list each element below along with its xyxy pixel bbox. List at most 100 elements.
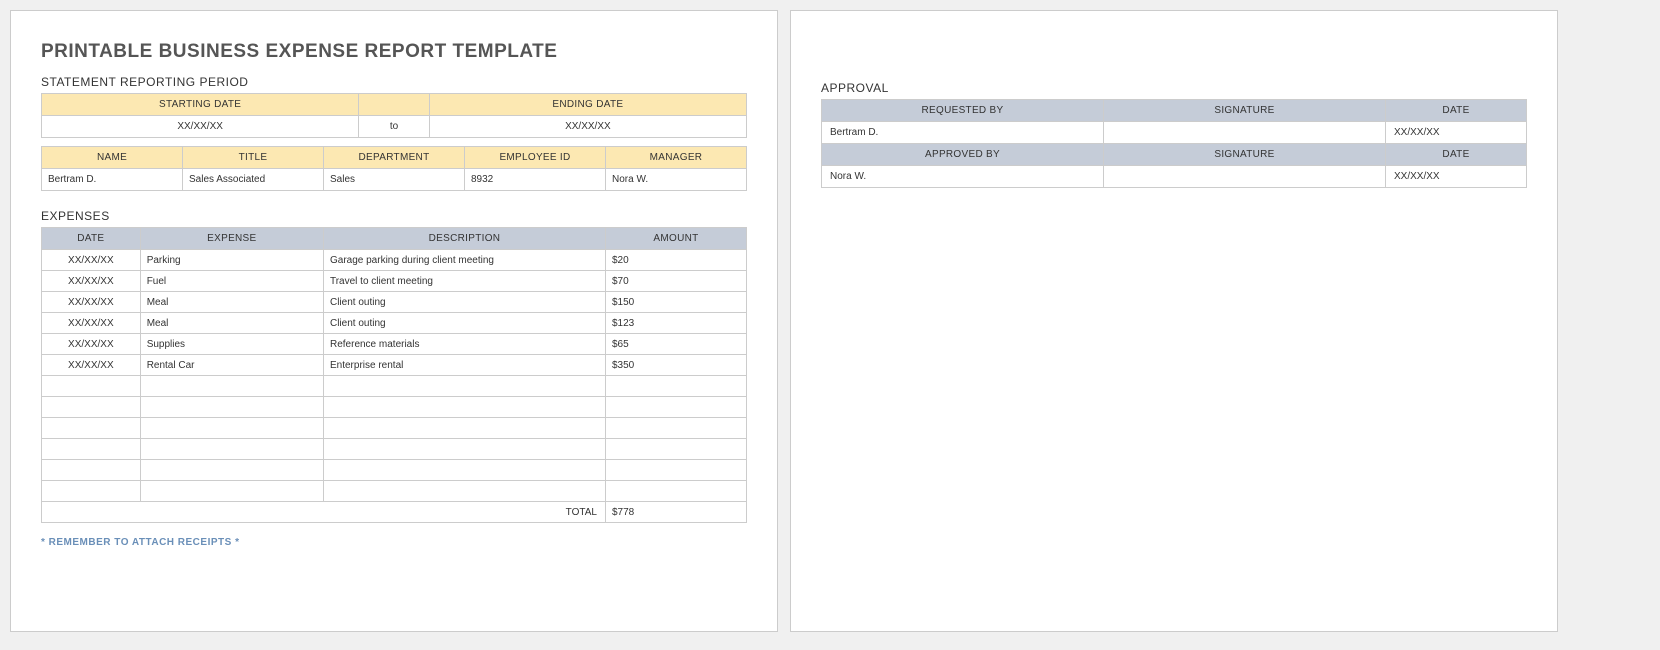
approval-section-title: APPROVAL <box>821 81 1527 95</box>
exp-cell-description: Enterprise rental <box>323 355 605 376</box>
approval-table: REQUESTED BY SIGNATURE DATE Bertram D. X… <box>821 99 1527 188</box>
table-row <box>42 439 747 460</box>
exp-cell-amount <box>605 439 746 460</box>
approval-requested-date: XX/XX/XX <box>1386 122 1527 144</box>
period-section-title: STATEMENT REPORTING PERIOD <box>41 75 747 89</box>
exp-cell-expense <box>140 439 323 460</box>
approval-header-signature: SIGNATURE <box>1104 100 1386 122</box>
approval-header-approved-by: APPROVED BY <box>822 144 1104 166</box>
emp-value-manager: Nora W. <box>606 169 747 191</box>
table-row: XX/XX/XXFuelTravel to client meeting$70 <box>42 271 747 292</box>
emp-header-name: NAME <box>42 147 183 169</box>
expenses-total-label: TOTAL <box>42 502 606 523</box>
table-row <box>42 397 747 418</box>
exp-cell-description <box>323 376 605 397</box>
exp-cell-description: Garage parking during client meeting <box>323 250 605 271</box>
exp-cell-date <box>42 439 141 460</box>
table-row: XX/XX/XXRental CarEnterprise rental$350 <box>42 355 747 376</box>
exp-cell-date: XX/XX/XX <box>42 334 141 355</box>
exp-cell-amount <box>605 481 746 502</box>
exp-cell-date: XX/XX/XX <box>42 250 141 271</box>
exp-cell-amount: $150 <box>605 292 746 313</box>
exp-cell-description: Reference materials <box>323 334 605 355</box>
exp-cell-description <box>323 418 605 439</box>
page-left: PRINTABLE BUSINESS EXPENSE REPORT TEMPLA… <box>10 10 778 632</box>
approval-header-date: DATE <box>1386 100 1527 122</box>
approval-approved-date: XX/XX/XX <box>1386 166 1527 188</box>
exp-cell-description: Client outing <box>323 292 605 313</box>
exp-cell-date <box>42 418 141 439</box>
emp-header-department: DEPARTMENT <box>324 147 465 169</box>
period-end-value: XX/XX/XX <box>429 116 746 138</box>
emp-header-employee-id: EMPLOYEE ID <box>465 147 606 169</box>
exp-cell-date: XX/XX/XX <box>42 313 141 334</box>
exp-cell-expense <box>140 397 323 418</box>
table-row <box>42 460 747 481</box>
exp-cell-amount: $123 <box>605 313 746 334</box>
expenses-total-value: $778 <box>605 502 746 523</box>
page-right: APPROVAL REQUESTED BY SIGNATURE DATE Ber… <box>790 10 1558 632</box>
exp-cell-amount: $20 <box>605 250 746 271</box>
exp-cell-date <box>42 460 141 481</box>
exp-cell-amount <box>605 397 746 418</box>
period-start-header: STARTING DATE <box>42 94 359 116</box>
exp-header-expense: EXPENSE <box>140 228 323 250</box>
receipts-reminder: * REMEMBER TO ATTACH RECEIPTS * <box>41 537 747 548</box>
table-row <box>42 376 747 397</box>
emp-value-name: Bertram D. <box>42 169 183 191</box>
exp-cell-description: Client outing <box>323 313 605 334</box>
exp-cell-expense: Fuel <box>140 271 323 292</box>
exp-cell-expense: Meal <box>140 313 323 334</box>
employee-table: NAME TITLE DEPARTMENT EMPLOYEE ID MANAGE… <box>41 146 747 191</box>
exp-cell-amount <box>605 376 746 397</box>
exp-cell-date <box>42 481 141 502</box>
exp-cell-expense <box>140 481 323 502</box>
exp-header-amount: AMOUNT <box>605 228 746 250</box>
exp-cell-amount: $65 <box>605 334 746 355</box>
exp-cell-expense: Rental Car <box>140 355 323 376</box>
exp-cell-amount <box>605 460 746 481</box>
approval-header-requested-by: REQUESTED BY <box>822 100 1104 122</box>
approval-approved-name: Nora W. <box>822 166 1104 188</box>
exp-cell-description <box>323 460 605 481</box>
exp-cell-expense: Parking <box>140 250 323 271</box>
period-sep-header <box>359 94 430 116</box>
period-start-value: XX/XX/XX <box>42 116 359 138</box>
exp-cell-description: Travel to client meeting <box>323 271 605 292</box>
approval-requested-signature <box>1104 122 1386 144</box>
exp-cell-description <box>323 397 605 418</box>
exp-cell-expense <box>140 460 323 481</box>
exp-cell-expense: Meal <box>140 292 323 313</box>
approval-header-date-2: DATE <box>1386 144 1527 166</box>
emp-header-manager: MANAGER <box>606 147 747 169</box>
table-row <box>42 418 747 439</box>
emp-value-employee-id: 8932 <box>465 169 606 191</box>
approval-approved-signature <box>1104 166 1386 188</box>
exp-cell-expense <box>140 418 323 439</box>
exp-cell-expense <box>140 376 323 397</box>
period-table: STARTING DATE ENDING DATE XX/XX/XX to XX… <box>41 93 747 138</box>
exp-cell-description <box>323 481 605 502</box>
exp-cell-amount <box>605 418 746 439</box>
period-separator: to <box>359 116 430 138</box>
approval-header-signature-2: SIGNATURE <box>1104 144 1386 166</box>
table-row: XX/XX/XXMealClient outing$123 <box>42 313 747 334</box>
table-row: XX/XX/XXSuppliesReference materials$65 <box>42 334 747 355</box>
emp-value-department: Sales <box>324 169 465 191</box>
exp-header-description: DESCRIPTION <box>323 228 605 250</box>
exp-cell-date: XX/XX/XX <box>42 355 141 376</box>
table-row <box>42 481 747 502</box>
approval-requested-name: Bertram D. <box>822 122 1104 144</box>
exp-header-date: DATE <box>42 228 141 250</box>
exp-cell-date <box>42 376 141 397</box>
exp-cell-date: XX/XX/XX <box>42 292 141 313</box>
expenses-table: DATE EXPENSE DESCRIPTION AMOUNT XX/XX/XX… <box>41 227 747 523</box>
exp-cell-amount: $70 <box>605 271 746 292</box>
page-title: PRINTABLE BUSINESS EXPENSE REPORT TEMPLA… <box>41 41 747 63</box>
emp-header-title: TITLE <box>183 147 324 169</box>
expenses-section-title: EXPENSES <box>41 209 747 223</box>
emp-value-title: Sales Associated <box>183 169 324 191</box>
exp-cell-expense: Supplies <box>140 334 323 355</box>
table-row: XX/XX/XXParkingGarage parking during cli… <box>42 250 747 271</box>
exp-cell-amount: $350 <box>605 355 746 376</box>
